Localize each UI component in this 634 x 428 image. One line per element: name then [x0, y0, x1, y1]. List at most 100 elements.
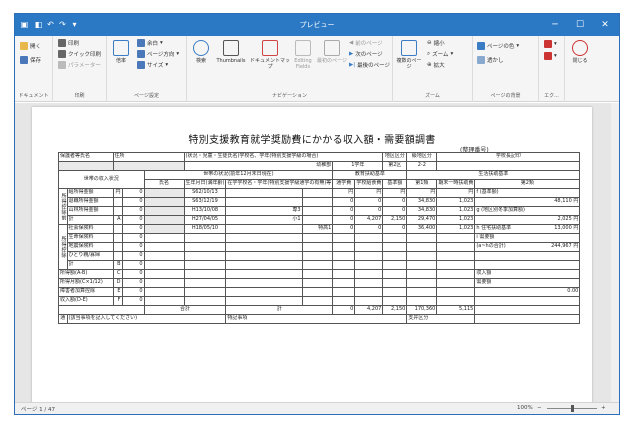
watermark-button[interactable]: 透かし [477, 56, 504, 64]
quick-print-button[interactable]: クイック印刷 [58, 50, 101, 58]
member-birth [183, 278, 227, 288]
lunch-value: 4,207 [354, 215, 384, 225]
parameters-button[interactable]: パラメーター [58, 61, 101, 69]
member-school-2 [301, 206, 334, 216]
document-viewer[interactable]: 特別支援教育就学奨励費にかかる収入額・需要額調書 (整理番号) 保護者等氏名 住… [15, 103, 619, 407]
member-name [143, 287, 185, 297]
commute-value [332, 296, 356, 306]
margins-button[interactable]: 余白 ▾ [137, 39, 163, 47]
zoom-button[interactable]: ⌕ ズーム ▾ [427, 50, 453, 59]
table-row: 退職所得金額 0 S63/12/19 0 0 0 34,830 1,023 48,110 円 [59, 197, 581, 207]
orientation-button[interactable]: ページ方向 ▾ [137, 50, 179, 58]
status-bar: ページ 1 / 47 100% − + [15, 402, 619, 414]
member-birth [183, 269, 227, 279]
document-page: 特別支援教育就学奨励費にかかる収入額・需要額調書 (整理番号) 保護者等氏名 住… [32, 107, 592, 407]
right-panel-cell: 2,025 円 [474, 215, 581, 225]
thumbnails-button[interactable]: Thumbnails [214, 40, 248, 64]
row-label: 収入額(D-E) [58, 296, 114, 306]
member-birth: S62/10/13 [183, 188, 227, 198]
member-school-2 [301, 296, 334, 306]
prev-page-icon: ◀ [349, 40, 354, 46]
row-value: 0 [121, 224, 145, 234]
export-mail-button[interactable]: ▾ [544, 52, 557, 60]
contact-label: 通 [58, 314, 68, 324]
group-label-page-setup: ページ設定 [134, 93, 159, 99]
payment-class-label: 支弁区分 [406, 314, 476, 324]
member-school [225, 260, 303, 270]
vertical-scrollbar[interactable] [611, 103, 619, 403]
right-panel-value: 13,000 円 [554, 225, 579, 232]
period-end-value [436, 278, 476, 288]
document-map-button[interactable]: ドキュメントマップ [250, 40, 290, 70]
group-label-page-background: ページの背景 [490, 93, 521, 99]
open-button[interactable]: 開く [20, 42, 41, 50]
thumbnails-icon [223, 40, 239, 56]
last-page-icon: ▶| [349, 62, 356, 68]
table-row: ひとり親/寡婦 0 [59, 251, 581, 261]
maximize-button[interactable]: ☐ [568, 17, 592, 33]
member-school [225, 233, 303, 243]
base-value [382, 287, 408, 297]
class1-value: 34,830 [406, 206, 438, 216]
table-row: 山林所得金額 0 H13/10/08 専3 0 0 0 34,830 1,023 g (地区別冬季… [59, 206, 581, 216]
multiple-pages-button[interactable]: 複数のページ [395, 40, 423, 70]
search-button[interactable]: 検索 [191, 40, 211, 64]
member-school: 専3 [225, 206, 303, 216]
search-icon [193, 40, 209, 56]
period-end-value: 1,023 [436, 224, 476, 234]
base-value [382, 251, 408, 261]
size-button[interactable]: サイズ ▾ [137, 61, 168, 69]
zoom-out-small-icon[interactable]: − [537, 405, 542, 411]
print-button[interactable]: 印刷 [58, 39, 79, 47]
form-title: 特別支援教育就学奨励費にかかる収入額・需要額調書 [188, 135, 436, 146]
commute-value [332, 287, 356, 297]
commute-value [332, 242, 356, 252]
lunch-value: 0 [354, 206, 384, 216]
total-period-end: 5,115 [436, 305, 476, 315]
zoom-slider-thumb[interactable] [571, 405, 574, 412]
special-notes-label: 特記事項 [225, 314, 408, 324]
zoom-in-small-icon[interactable]: + [601, 405, 606, 411]
right-panel-cell: 0.00 [474, 287, 581, 297]
first-page-icon [324, 40, 340, 56]
member-name [143, 278, 185, 288]
folder-icon [20, 42, 28, 50]
birth-col-label: 生年月日(満年齢) [183, 179, 227, 189]
ribbon: 開く 保存 ドキュメント 印刷 クイック印刷 パラメーター 印刷 倍率 余白 ▾ … [15, 36, 619, 102]
member-birth [183, 233, 227, 243]
last-page-button[interactable]: ▶| 最後のページ [349, 61, 390, 69]
row-label: ひとり親/寡婦 [66, 251, 114, 261]
table-row: 所得月額(C×1/12) D 0 需要額 [58, 278, 581, 288]
orientation-icon [137, 50, 145, 58]
scale-icon [113, 40, 129, 56]
member-name [143, 215, 185, 225]
period-end-value [436, 251, 476, 261]
export-pdf-button[interactable]: ▾ [544, 40, 557, 48]
guardian-label: 保護者等氏名 [58, 152, 114, 162]
zoom-in-button[interactable]: ⊕ 拡大 [427, 61, 445, 69]
editing-fields-button[interactable]: Editing Fields [291, 40, 315, 70]
base-value [382, 296, 408, 306]
class1-value [406, 260, 438, 270]
prev-page-button[interactable]: ◀ 前のページ [349, 39, 383, 47]
close-button[interactable]: ✕ [593, 17, 617, 33]
class1-value: 円 [406, 188, 438, 198]
title-bar: ▣ ◧ ↶ ↷ ▾ プレビュー ─ ☐ ✕ [15, 14, 619, 36]
row-mark [112, 224, 123, 234]
next-page-button[interactable]: ▶ 次のページ [349, 50, 383, 58]
living-aid-label: 生活扶助基準 [406, 170, 581, 180]
period-end-value [436, 260, 476, 270]
zoom-out-button[interactable]: ⊖ 縮小 [427, 39, 445, 47]
close-preview-button[interactable]: 閉じる [569, 40, 591, 64]
member-birth: H27/04/05 [183, 215, 227, 225]
scale-button[interactable]: 倍率 [111, 40, 131, 64]
table-row: 障害者加算控除 E 0 0.00 [58, 287, 581, 297]
right-panel-label: (a~hの合計) [476, 243, 506, 250]
page-color-button[interactable]: ページの色 ▾ [477, 42, 519, 50]
minimize-button[interactable]: ─ [543, 17, 567, 33]
ribbon-group-navigation: 検索 Thumbnails ドキュメントマップ Editing Fields 最… [187, 36, 393, 102]
lunch-col-label: 学校給食費 [354, 179, 384, 189]
save-button[interactable]: 保存 [20, 56, 41, 64]
first-page-button[interactable]: 最初のページ [317, 40, 347, 64]
member-school-2 [301, 287, 334, 297]
